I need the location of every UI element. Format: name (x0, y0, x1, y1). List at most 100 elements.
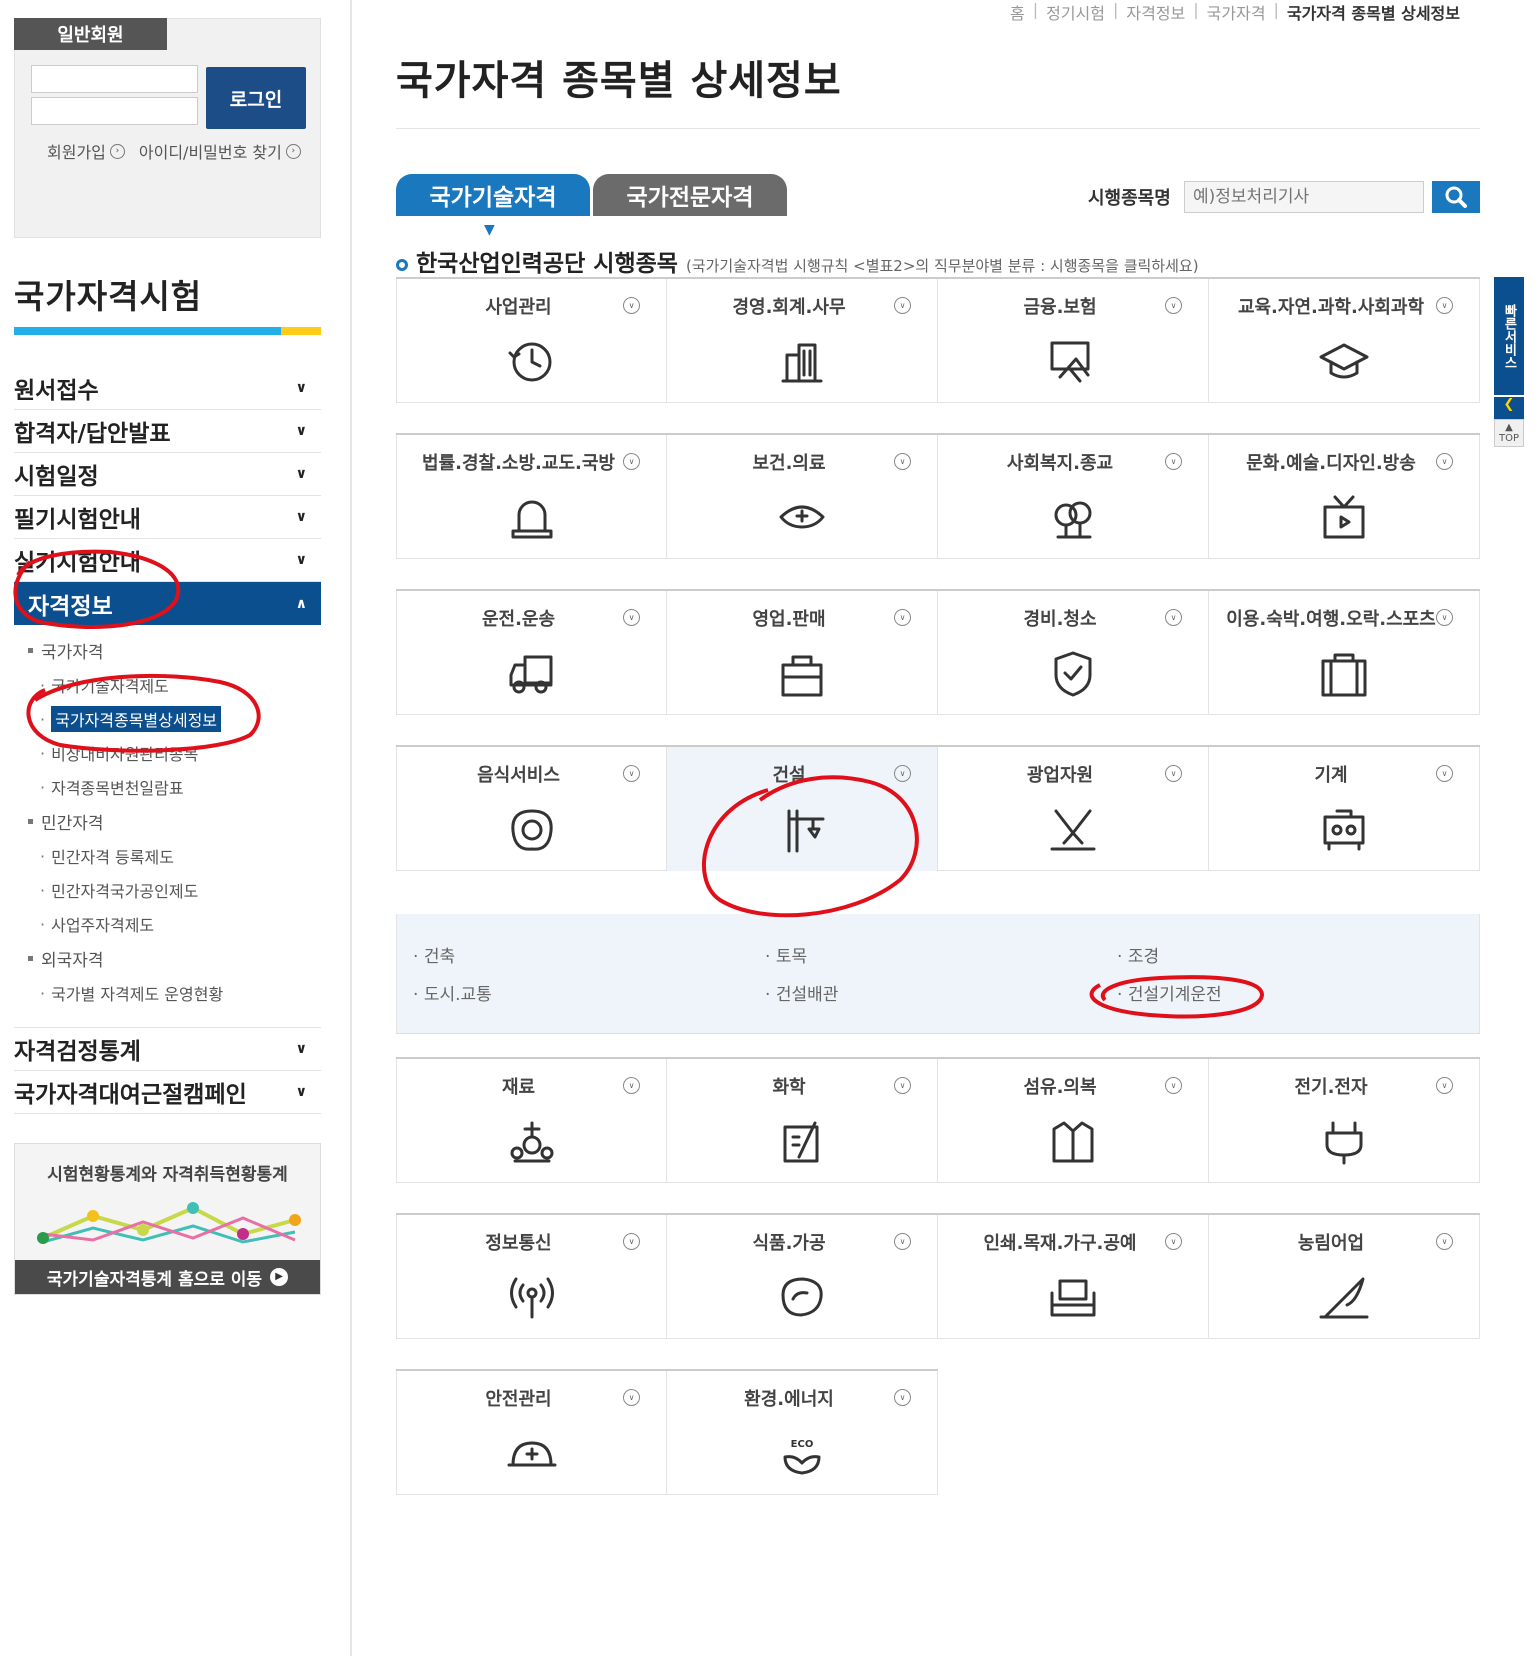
chevron-down-icon[interactable]: ∨ (623, 1233, 640, 1250)
category-cell[interactable]: 재료 ∨ (396, 1059, 667, 1183)
chevron-down-icon[interactable]: ∨ (623, 453, 640, 470)
chevron-down-icon[interactable]: ∨ (1165, 609, 1182, 626)
category-cell[interactable]: 기계 ∨ (1209, 747, 1480, 871)
category-cell[interactable]: 운전.운송 ∨ (396, 591, 667, 715)
scroll-top-button[interactable]: ▲ TOP (1494, 419, 1524, 447)
submenu-item[interactable]: 국가별 자격제도 운영현황 (28, 976, 321, 1010)
chevron-down-icon[interactable]: ∨ (1436, 765, 1453, 782)
category-cell[interactable]: 전기.전자 ∨ (1209, 1059, 1480, 1183)
category-cell[interactable]: 법률.경찰.소방.교도.국방 ∨ (396, 435, 667, 559)
tab-national-professional[interactable]: 국가전문자격 (593, 174, 787, 216)
chevron-down-icon[interactable]: ∨ (1165, 453, 1182, 470)
chevron-down-icon[interactable]: ∨ (1165, 297, 1182, 314)
chevron-down-icon: ∨ (295, 509, 307, 525)
chevron-down-icon[interactable]: ∨ (894, 1233, 911, 1250)
category-cell[interactable]: 경영.회계.사무 ∨ (667, 279, 938, 403)
sidebar-item-schedule[interactable]: 시험일정 ∨ (14, 453, 321, 496)
chevron-down-icon[interactable]: ∨ (623, 1077, 640, 1094)
category-cell[interactable]: 식품.가공 ∨ (667, 1215, 938, 1339)
submenu-group-foreign[interactable]: 외국자격 (28, 941, 321, 976)
category-cell[interactable]: 광업자원 ∨ (938, 747, 1209, 871)
login-button[interactable]: 로그인 (206, 67, 306, 129)
chevron-down-icon[interactable]: ∨ (1436, 1077, 1453, 1094)
category-cell[interactable]: 화학 ∨ (667, 1059, 938, 1183)
breadcrumb-item[interactable]: 홈 (1010, 0, 1025, 24)
id-input[interactable] (31, 65, 198, 93)
category-cell[interactable]: 영업.판매 ∨ (667, 591, 938, 715)
submenu-item[interactable]: 국가기술자격제도 (28, 668, 321, 702)
category-cell[interactable]: 사회복지.종교 ∨ (938, 435, 1209, 559)
chevron-down-icon[interactable]: ∨ (894, 297, 911, 314)
submenu-item[interactable]: 민간자격국가공인제도 (28, 873, 321, 907)
login-tab[interactable]: 일반회원 (14, 18, 167, 50)
chevron-down-icon[interactable]: ∨ (1165, 765, 1182, 782)
chevron-down-icon[interactable]: ∨ (894, 1389, 911, 1406)
subcategory-link[interactable]: · 토목 (765, 942, 807, 967)
chevron-down-icon[interactable]: ∨ (1165, 1233, 1182, 1250)
category-cell[interactable]: 경비.청소 ∨ (938, 591, 1209, 715)
chevron-down-icon[interactable]: ∨ (1436, 453, 1453, 470)
sidebar-item-qualification-info[interactable]: 자격정보 ∧ (14, 582, 321, 625)
breadcrumb-item[interactable]: 정기시험 (1046, 0, 1105, 24)
subcategory-link[interactable]: · 건설기계운전 (1117, 980, 1222, 1005)
chevron-down-icon[interactable]: ∨ (623, 609, 640, 626)
submenu-item-active[interactable]: 국가자격종목별상세정보 (28, 702, 321, 736)
subcategory-link[interactable]: · 조경 (1117, 942, 1159, 967)
category-cell[interactable]: 건설 ∨ (667, 747, 938, 871)
chevron-down-icon[interactable]: ∨ (623, 765, 640, 782)
sidebar-item-label: 합격자/답안발표 (14, 421, 171, 447)
chevron-down-icon[interactable]: ∨ (894, 765, 911, 782)
subcategory-link[interactable]: · 건축 (413, 942, 455, 967)
category-cell[interactable]: 음식서비스 ∨ (396, 747, 667, 871)
chevron-down-icon[interactable]: ∨ (1165, 1077, 1182, 1094)
search-input[interactable] (1184, 181, 1424, 213)
submenu-item[interactable]: 자격종목변천일람표 (28, 770, 321, 804)
category-cell[interactable]: 환경.에너지 ∨ ECO (667, 1371, 938, 1495)
category-cell[interactable]: 안전관리 ∨ (396, 1371, 667, 1495)
category-cell[interactable]: 보건.의료 ∨ (667, 435, 938, 559)
chevron-down-icon[interactable]: ∨ (1436, 609, 1453, 626)
breadcrumb-item[interactable]: 자격정보 (1126, 0, 1185, 24)
sidebar-item-written-exam[interactable]: 필기시험안내 ∨ (14, 496, 321, 539)
category-cell[interactable]: 교육.자연.과학.사회과학 ∨ (1209, 279, 1480, 403)
password-input[interactable] (31, 97, 198, 125)
category-cell[interactable]: 정보통신 ∨ (396, 1215, 667, 1339)
chevron-down-icon[interactable]: ∨ (1436, 297, 1453, 314)
sidebar-item-campaign[interactable]: 국가자격대여근절캠페인 ∨ (14, 1071, 321, 1114)
chevron-down-icon[interactable]: ∨ (623, 1389, 640, 1406)
sidebar-item-application[interactable]: 원서접수 ∨ (14, 367, 321, 410)
quick-service-tab[interactable]: 빠른서비스 (1494, 277, 1524, 395)
category-cell[interactable]: 이용.숙박.여행.오락.스포츠 ∨ (1209, 591, 1480, 715)
submenu-group-national[interactable]: 국가자격 (28, 633, 321, 668)
category-cell[interactable]: 섬유.의복 ∨ (938, 1059, 1209, 1183)
chevron-left-icon[interactable]: ❮ (1494, 397, 1524, 419)
banner-link[interactable]: 국가기술자격통계 홈으로 이동 ▶ (15, 1260, 320, 1294)
subcategory-link[interactable]: · 건설배관 (765, 980, 838, 1005)
sidebar-item-results[interactable]: 합격자/답안발표 ∨ (14, 410, 321, 453)
chevron-down-icon[interactable]: ∨ (894, 1077, 911, 1094)
find-account-link[interactable]: 아이디/비밀번호 찾기 › (139, 139, 301, 163)
submenu-item[interactable]: 민간자격 등록제도 (28, 839, 321, 873)
chevron-right-icon: › (109, 143, 125, 159)
statistics-banner[interactable]: 시험현황통계와 자격취득현황통계 국가기술자격통계 홈으로 이동 ▶ (14, 1143, 321, 1295)
category-cell[interactable]: 사업관리 ∨ (396, 279, 667, 403)
submenu-item[interactable]: 사업주자격제도 (28, 907, 321, 941)
tab-national-technical[interactable]: 국가기술자격 (396, 174, 590, 216)
signup-link[interactable]: 회원가입 › (47, 139, 125, 163)
search-button[interactable] (1432, 181, 1480, 213)
chevron-down-icon[interactable]: ∨ (894, 453, 911, 470)
chevron-down-icon[interactable]: ∨ (623, 297, 640, 314)
sidebar-item-statistics[interactable]: 자격검정통계 ∨ (14, 1028, 321, 1071)
subcategory-link[interactable]: · 도시.교통 (413, 980, 492, 1005)
category-cell[interactable]: 금융.보험 ∨ (938, 279, 1209, 403)
breadcrumb-item[interactable]: 국가자격 (1207, 0, 1266, 24)
chevron-down-icon[interactable]: ∨ (1436, 1233, 1453, 1250)
chevron-down-icon[interactable]: ∨ (894, 609, 911, 626)
submenu-item[interactable]: 비상대비자원관리종목 (28, 736, 321, 770)
submenu-group-private[interactable]: 민간자격 (28, 804, 321, 839)
category-cell[interactable]: 문화.예술.디자인.방송 ∨ (1209, 435, 1480, 559)
submenu-item-label: 사업주자격제도 (51, 916, 155, 935)
sidebar-item-practical-exam[interactable]: 실기시험안내 ∨ (14, 539, 321, 582)
category-cell[interactable]: 농림어업 ∨ (1209, 1215, 1480, 1339)
category-cell[interactable]: 인쇄.목재.가구.공예 ∨ (938, 1215, 1209, 1339)
